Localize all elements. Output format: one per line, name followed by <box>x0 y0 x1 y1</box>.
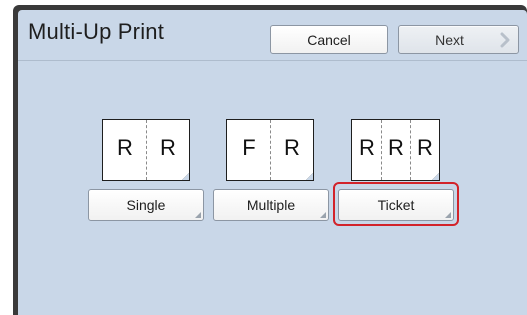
page-fold-inner <box>306 173 313 180</box>
ticket-layout-icon: R R R <box>351 119 440 181</box>
chevron-right-icon <box>500 32 510 48</box>
next-button[interactable]: Next <box>398 25 519 54</box>
page-fold-inner <box>182 173 189 180</box>
multiple-layout-icon: F R <box>226 119 314 181</box>
page-letter: R <box>284 135 300 160</box>
multiple-button[interactable]: Multiple <box>213 189 329 221</box>
cancel-button[interactable]: Cancel <box>270 25 388 54</box>
page-letter: R <box>117 135 133 160</box>
page-letter: R <box>359 135 375 160</box>
single-layout-icon: R R <box>102 119 190 181</box>
multi-up-panel: Multi-Up Print Cancel Next R R Single F … <box>18 10 527 315</box>
page-fold-inner <box>432 173 439 180</box>
cancel-button-label: Cancel <box>307 31 351 48</box>
page-letter: R <box>417 135 433 160</box>
header-divider <box>18 60 527 61</box>
header-bar: Multi-Up Print Cancel Next <box>18 10 527 60</box>
button-corner-mark <box>320 212 326 218</box>
page-letter: R <box>388 135 404 160</box>
page-divider <box>146 120 147 180</box>
button-corner-mark <box>445 212 451 218</box>
multiple-button-label: Multiple <box>246 197 296 213</box>
page-letter: R <box>160 135 176 160</box>
page-letter: F <box>242 135 256 160</box>
page-title: Multi-Up Print <box>28 19 165 44</box>
single-button[interactable]: Single <box>88 189 204 221</box>
ticket-button-label: Ticket <box>377 197 415 213</box>
button-corner-mark <box>195 212 201 218</box>
ticket-button[interactable]: Ticket <box>338 189 454 221</box>
page-divider <box>270 120 271 180</box>
single-button-label: Single <box>126 197 166 213</box>
next-button-label: Next <box>435 31 464 48</box>
